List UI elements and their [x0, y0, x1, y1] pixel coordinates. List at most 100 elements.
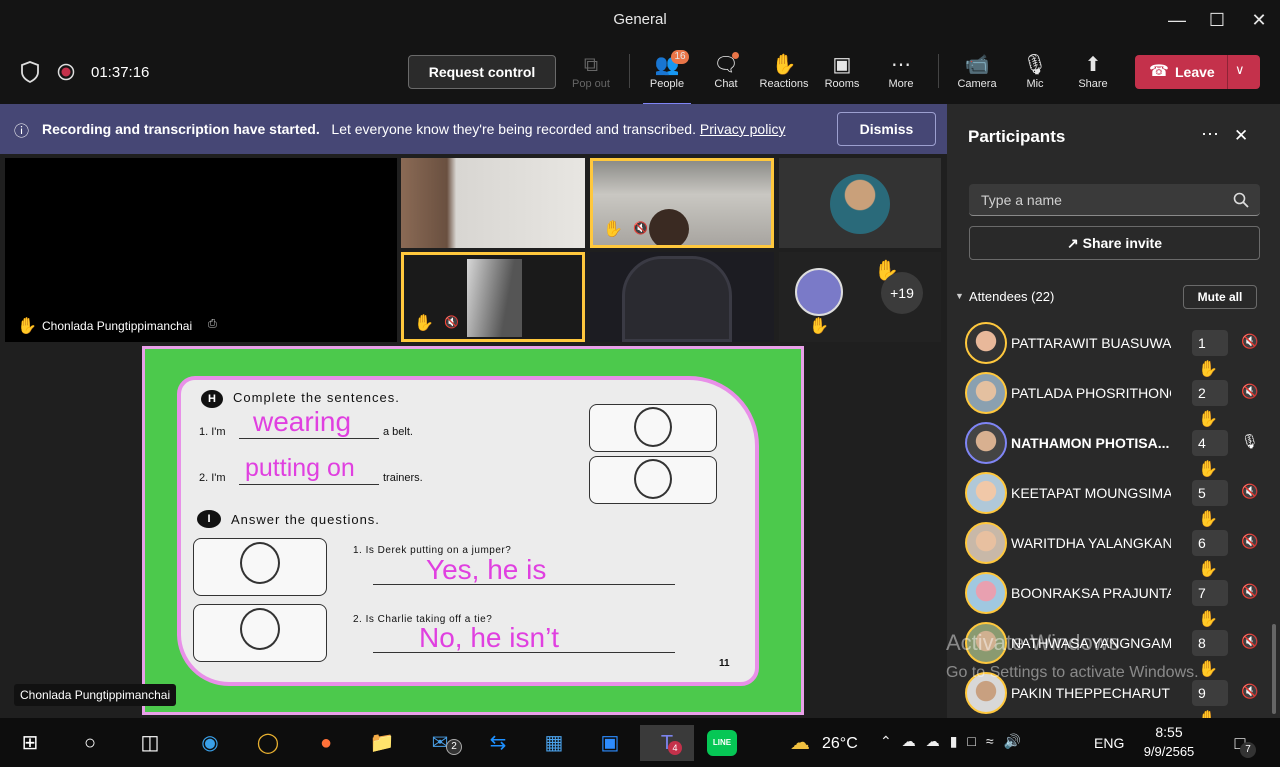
line-icon[interactable]: LINE	[702, 725, 742, 761]
dismiss-button[interactable]: Dismiss	[837, 112, 936, 146]
presenter-name: Chonlada Pungtippimanchai	[14, 684, 177, 706]
store-icon[interactable]: ▦	[534, 725, 574, 761]
popout-label: Pop out	[572, 78, 610, 90]
clock-date[interactable]: 9/9/2565	[1138, 744, 1200, 759]
maximize-icon[interactable]: ☐	[1205, 8, 1229, 32]
teams-icon[interactable]: T4	[640, 725, 694, 761]
banner-text: Let everyone know they're being recorded…	[331, 121, 696, 137]
raised-hand-order: 4 ✋	[1192, 430, 1228, 478]
search-icon[interactable]: ○	[70, 725, 110, 761]
mic-off-icon: 🔇	[1241, 383, 1259, 399]
firefox-icon[interactable]: ●	[306, 725, 346, 761]
participant-row[interactable]: PATTARAWIT BUASUWAN 1 ✋ 🔇	[965, 320, 1265, 378]
edge-icon[interactable]: ◉	[190, 725, 230, 761]
participant-name: PAKIN THEPPECHARUT	[1011, 685, 1170, 701]
notification-icon[interactable]: □ 7	[1220, 725, 1260, 761]
mic-button[interactable]: 🎙 Mic	[1015, 52, 1055, 90]
privacy-policy-link[interactable]: Privacy policy	[700, 121, 786, 137]
participant-search-input[interactable]: Type a name	[969, 184, 1260, 216]
panel-title: Participants	[968, 127, 1066, 146]
more-options-icon[interactable]: ⋯	[1201, 124, 1219, 145]
participant-row[interactable]: PATLADA PHOSRITHONG 2 ✋ 🔇	[965, 370, 1265, 428]
mail-icon[interactable]: ✉ 2	[420, 725, 462, 761]
mic-off-icon: 🔇	[1241, 483, 1259, 499]
mic-off-icon: 🔇	[444, 315, 459, 329]
reactions-button[interactable]: ✋ Reactions	[756, 52, 812, 90]
chat-label: Chat	[714, 78, 738, 90]
weather-icon[interactable]: ☁	[780, 725, 820, 761]
more-button[interactable]: ⋯ More	[880, 52, 922, 90]
participant-row[interactable]: KEETAPAT MOUNGSIMA... 5 ✋ 🔇	[965, 470, 1265, 528]
scrollbar[interactable]	[1272, 624, 1276, 714]
sentence-1-suffix: a belt.	[383, 426, 413, 438]
line-label: LINE	[707, 730, 737, 756]
chat-button[interactable]: 🗨 Chat	[703, 52, 749, 90]
illustration	[193, 538, 327, 596]
people-label: People	[649, 78, 685, 90]
raised-hand-order: 8 ✋	[1192, 630, 1228, 678]
chevron-down-icon[interactable]: ▼	[955, 291, 964, 301]
teams-badge: 4	[668, 741, 682, 755]
rooms-label: Rooms	[824, 78, 860, 90]
avatar	[795, 268, 843, 316]
section-i-title: Answer the questions.	[231, 512, 380, 527]
avatar	[965, 372, 1007, 414]
file-explorer-icon[interactable]: 📁	[362, 725, 402, 761]
participant-row[interactable]: BOONRAKSA PRAJUNTA... 7 ✋ 🔇	[965, 570, 1265, 628]
video-tile[interactable]	[401, 158, 585, 248]
share-button[interactable]: ⬆ Share	[1072, 52, 1114, 90]
chrome-icon[interactable]: ◯	[248, 725, 288, 761]
participants-panel: Participants ⋯ ✕ Type a name ↗ Share inv…	[947, 104, 1280, 728]
share-invite-button[interactable]: ↗ Share invite	[969, 226, 1260, 260]
leave-button[interactable]: ☎ Leave ∨	[1135, 55, 1260, 89]
activation-watermark-text: Go to Settings to activate Windows.	[946, 664, 1199, 681]
people-button[interactable]: 👥 People 16	[643, 50, 691, 105]
windows-start-icon[interactable]: ⊞	[10, 725, 50, 761]
mic-off-icon: 🔇	[1241, 333, 1259, 349]
temperature: 26°C	[822, 735, 858, 752]
clock-time[interactable]: 8:55	[1138, 724, 1200, 740]
page-number: 11	[719, 658, 730, 669]
task-view-icon[interactable]: ◫	[130, 725, 170, 761]
mic-label: Mic	[1026, 78, 1044, 90]
participant-row[interactable]: WARITDHA YALANGKAN 6 ✋ 🔇	[965, 520, 1265, 578]
meeting-toolbar: 01:37:16 Request control ⧉ Pop out 👥 Peo…	[0, 40, 1280, 105]
reactions-icon: ✋	[771, 54, 797, 76]
overflow-tile[interactable]: ✋ ✋ +19	[779, 252, 941, 342]
section-h-label: H	[201, 390, 223, 408]
teamviewer-icon[interactable]: ⇆	[478, 725, 518, 761]
minimize-icon[interactable]: —	[1165, 8, 1189, 32]
raised-hand-icon: ✋	[809, 318, 829, 335]
rooms-button[interactable]: ▣ Rooms	[820, 52, 864, 90]
share-invite-label: Share invite	[1082, 235, 1162, 251]
mail-badge: 2	[446, 739, 462, 755]
zoom-icon[interactable]: ▣	[590, 725, 630, 761]
raised-hand-order: 6 ✋	[1192, 530, 1228, 578]
system-tray-icons[interactable]: ⌃☁☁▮□≈🔊	[880, 733, 1031, 750]
answer-2: putting on	[245, 454, 355, 482]
video-tile-active[interactable]: ✋ 🔇	[590, 158, 774, 248]
camera-button[interactable]: 📹 Camera	[954, 52, 1000, 90]
mute-all-button[interactable]: Mute all	[1183, 285, 1257, 309]
request-control-button[interactable]: Request control	[408, 55, 556, 89]
illustration	[193, 604, 327, 662]
video-tile-main[interactable]: ✋ Chonlada Pungtippimanchai ⎙	[5, 158, 397, 342]
attendees-header[interactable]: Attendees (22)	[969, 289, 1054, 304]
chevron-down-icon[interactable]: ∨	[1235, 62, 1245, 78]
popout-button[interactable]: ⧉ Pop out	[568, 52, 614, 90]
search-icon[interactable]	[1233, 192, 1249, 208]
participant-row[interactable]: NATHAMON PHOTISA... 4 ✋ 🎙	[965, 420, 1265, 478]
video-tile-active[interactable]: ✋ 🔇	[401, 252, 585, 342]
mic-on-icon: 🎙	[1241, 433, 1259, 449]
close-icon[interactable]: ✕	[1247, 8, 1271, 32]
participant-name: Chonlada Pungtippimanchai	[42, 319, 193, 333]
raised-hand-icon: ✋	[17, 318, 37, 335]
raised-hand-order: 5 ✋	[1192, 480, 1228, 528]
video-tile[interactable]	[590, 252, 774, 342]
close-panel-icon[interactable]: ✕	[1234, 126, 1248, 146]
video-tile-avatar[interactable]	[779, 158, 941, 248]
input-language[interactable]: ENG	[1094, 735, 1124, 751]
share-tray-icon: ⬆	[1084, 54, 1102, 76]
info-icon: ⓘ	[14, 123, 30, 140]
raised-hand-order: 2 ✋	[1192, 380, 1228, 428]
